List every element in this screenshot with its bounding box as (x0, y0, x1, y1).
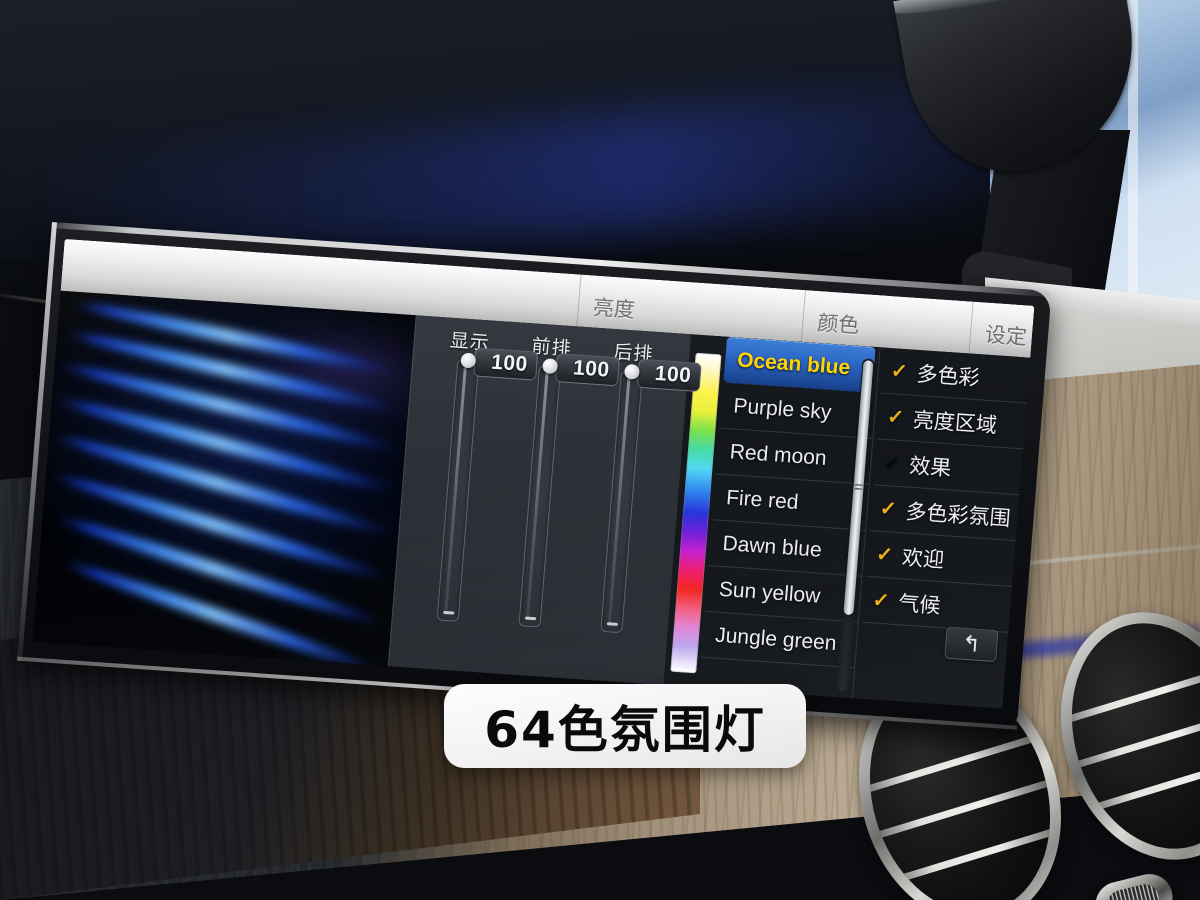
setting-label: 欢迎 (901, 545, 945, 572)
slider-display[interactable]: 100 (413, 347, 538, 624)
caption-banner: 64色氛围灯 (444, 684, 806, 768)
climate-control-knob[interactable] (1090, 869, 1178, 900)
caption-text: 64色氛围灯 (484, 701, 766, 759)
screen-body: 显示 前排 后排 100 100 100 Ocean blue Purple s… (32, 290, 1031, 709)
check-icon: ✓ (886, 406, 905, 430)
infotainment-screen: 亮度 颜色 设定 显示 前排 后排 100 100 100 Ocean blue… (32, 238, 1035, 709)
scrollbar-grip-icon (854, 483, 863, 492)
settings-pane: ✓ 多色彩 ✓ 亮度区域 ✓ 效果 ✓ 多色彩氛围 ✓ 欢迎 ✓ 气候 ↰ (851, 347, 1031, 709)
slider-fill (607, 378, 631, 626)
check-icon: ✓ (889, 360, 909, 384)
slider-track[interactable]: 100 (600, 358, 702, 634)
setting-climate[interactable]: ✓ 气候 (862, 576, 1013, 633)
tab-settings[interactable]: 设定 (969, 302, 1034, 358)
slider-value-front: 100 (554, 353, 620, 387)
setting-label: 亮度区域 (912, 408, 998, 438)
infotainment-head-unit: 亮度 颜色 设定 显示 前排 后排 100 100 100 Ocean blue… (17, 222, 1052, 730)
setting-label: 多色彩氛围 (904, 500, 1012, 531)
check-icon-empty: ✓ (882, 451, 902, 475)
slider-fill (525, 372, 549, 620)
back-button[interactable]: ↰ (944, 626, 999, 663)
brightness-pane: 显示 前排 后排 100 100 100 (387, 315, 702, 686)
back-arrow-icon: ↰ (961, 630, 982, 657)
setting-label: 多色彩 (915, 362, 981, 390)
check-icon: ✓ (871, 589, 891, 613)
setting-label: 效果 (908, 454, 953, 480)
car-interior-scene: 亮度 颜色 设定 显示 前排 后排 100 100 100 Ocean blue… (0, 0, 1200, 900)
vent-fin (1045, 661, 1200, 730)
slider-front-row[interactable]: 100 (494, 353, 620, 629)
slider-row: 100 100 100 (393, 347, 702, 636)
slider-min-tick (606, 622, 618, 626)
check-icon: ✓ (875, 543, 894, 567)
slider-track[interactable]: 100 (518, 353, 620, 628)
slider-min-tick (443, 610, 455, 615)
color-item-jungle-green[interactable]: Jungle green (701, 611, 858, 669)
check-icon: ✓ (878, 497, 898, 521)
slider-value-rear: 100 (636, 358, 702, 392)
slider-value-display: 100 (473, 347, 538, 381)
ambient-light-preview[interactable] (32, 290, 416, 667)
setting-label: 气候 (897, 591, 942, 618)
slider-track[interactable]: 100 (436, 347, 538, 622)
slider-fill (444, 366, 467, 615)
slider-min-tick (524, 616, 537, 621)
slider-rear-row[interactable]: 100 (576, 358, 702, 635)
